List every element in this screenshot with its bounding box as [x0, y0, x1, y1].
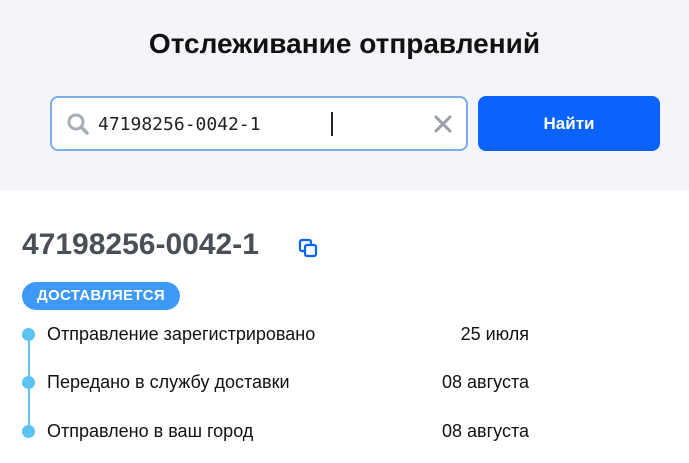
event-label: Передано в службу доставки — [47, 372, 290, 392]
event-date: 08 августа — [441, 372, 529, 392]
find-button[interactable]: Найти — [478, 96, 660, 151]
event-label: Отправление зарегистрировано — [47, 324, 316, 344]
timeline-event: Отправление зарегистрировано 25 июля — [0, 323, 689, 347]
timeline-dot — [22, 376, 35, 389]
event-date: 25 июля — [460, 324, 529, 344]
timeline-dot — [22, 425, 35, 438]
text-caret — [331, 112, 333, 136]
timeline-dot — [22, 328, 35, 341]
search-box[interactable] — [50, 96, 468, 151]
timeline-event: Передано в службу доставки 08 августа — [0, 371, 689, 395]
clear-icon[interactable] — [432, 113, 454, 135]
page-title: Отслеживание отправлений — [148, 28, 541, 59]
timeline-event: Отправлено в ваш город 08 августа — [0, 420, 689, 444]
tracking-number: 47198256-0042-1 — [22, 228, 259, 261]
copy-icon[interactable] — [297, 237, 319, 259]
event-label: Отправлено в ваш город — [47, 421, 254, 441]
event-date: 08 августа — [441, 421, 529, 441]
search-header: Отслеживание отправлений Найти — [0, 0, 689, 190]
search-icon — [67, 113, 89, 135]
search-input[interactable] — [98, 104, 418, 144]
status-badge: ДОСТАВЛЯЕТСЯ — [22, 282, 181, 310]
